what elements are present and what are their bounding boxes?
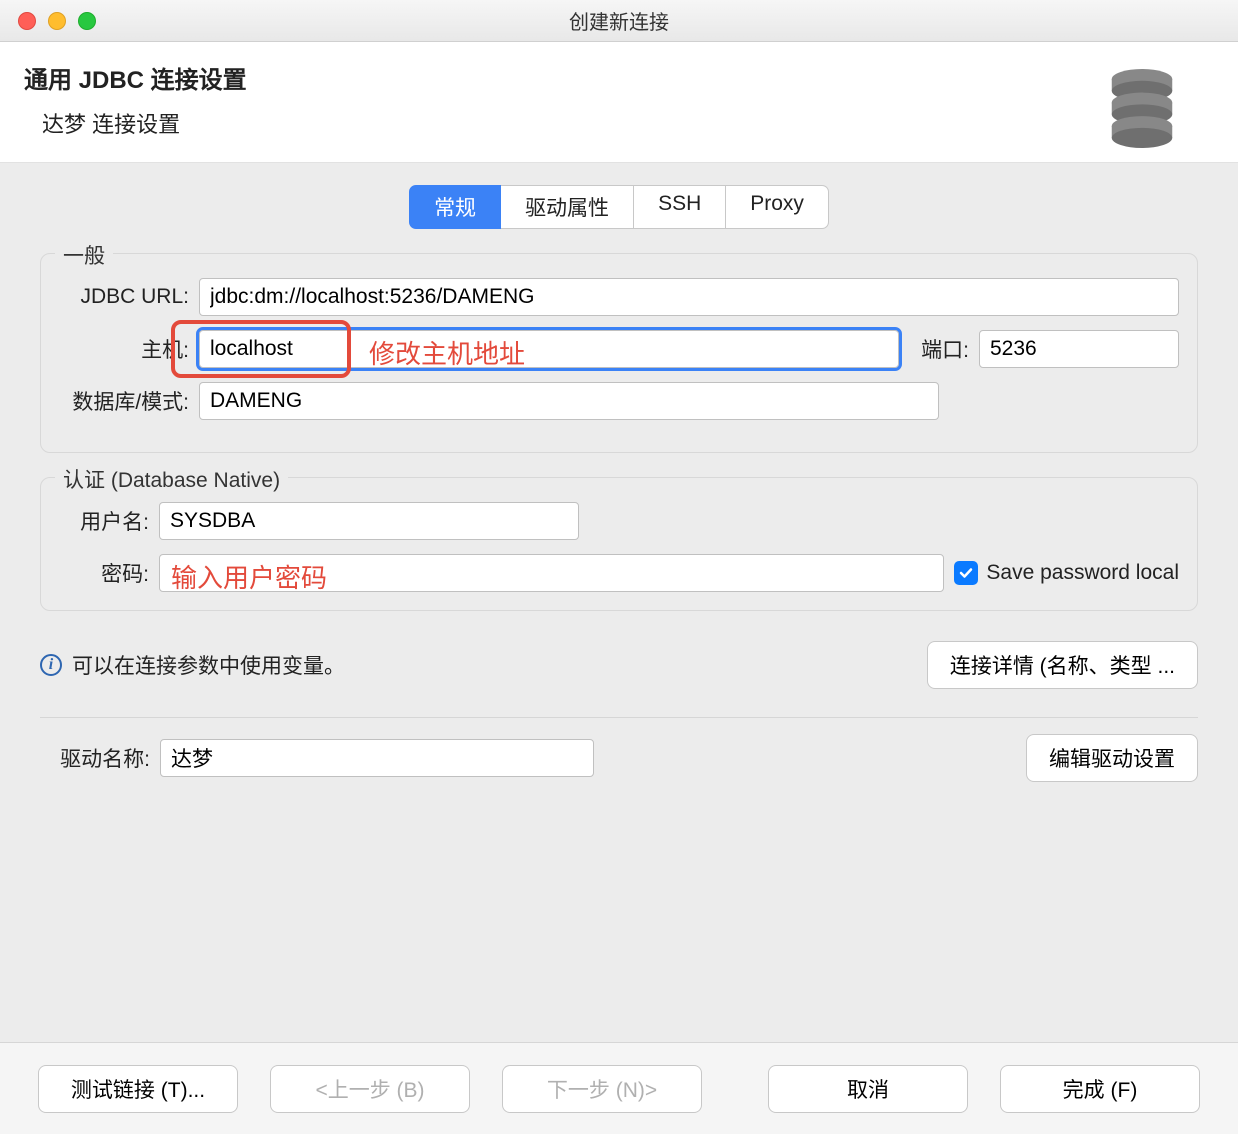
password-input[interactable] (159, 554, 944, 592)
cancel-button[interactable]: 取消 (768, 1065, 968, 1113)
divider (40, 717, 1198, 718)
checkmark-icon (958, 565, 974, 581)
port-label: 端口: (909, 334, 969, 364)
save-password-label: Save password local (986, 561, 1179, 585)
driver-name-input[interactable] (160, 739, 594, 777)
window-title: 创建新连接 (569, 6, 669, 35)
edit-driver-button[interactable]: 编辑驱动设置 (1026, 734, 1198, 782)
jdbc-url-label: JDBC URL: (59, 285, 189, 309)
finish-button[interactable]: 完成 (F) (1000, 1065, 1200, 1113)
password-label: 密码: (59, 558, 149, 588)
content-area: 常规 驱动属性 SSH Proxy 一般 JDBC URL: 主机: 修改主机地… (0, 163, 1238, 782)
tab-ssh[interactable]: SSH (634, 185, 726, 229)
page-subtitle: 达梦 连接设置 (24, 107, 247, 139)
test-connection-button[interactable]: 测试链接 (T)... (38, 1065, 238, 1113)
close-icon[interactable] (18, 12, 36, 30)
host-input[interactable] (199, 330, 899, 368)
info-text: 可以在连接参数中使用变量。 (72, 650, 345, 680)
info-icon: i (40, 654, 62, 676)
driver-row: 驱动名称: 编辑驱动设置 (40, 734, 1198, 782)
database-label: 数据库/模式: (59, 386, 189, 416)
username-input[interactable] (159, 502, 579, 540)
port-input[interactable] (979, 330, 1179, 368)
auth-group: 认证 (Database Native) 用户名: 密码: 输入用户密码 Sav… (40, 477, 1198, 611)
page-title: 通用 JDBC 连接设置 (24, 60, 247, 95)
auth-legend: 认证 (Database Native) (55, 464, 288, 494)
general-group: 一般 JDBC URL: 主机: 修改主机地址 端口: 数据库/模式: (40, 253, 1198, 453)
save-password-checkbox[interactable] (954, 561, 978, 585)
connection-details-button[interactable]: 连接详情 (名称、类型 ... (927, 641, 1198, 689)
tab-driver-props[interactable]: 驱动属性 (501, 185, 634, 229)
database-input[interactable] (199, 382, 939, 420)
back-button[interactable]: <上一步 (B) (270, 1065, 470, 1113)
next-button[interactable]: 下一步 (N)> (502, 1065, 702, 1113)
header-panel: 通用 JDBC 连接设置 达梦 连接设置 (0, 42, 1238, 163)
database-icon (1100, 64, 1184, 148)
driver-name-label: 驱动名称: (40, 743, 150, 773)
host-label: 主机: (59, 334, 189, 364)
tabs: 常规 驱动属性 SSH Proxy (0, 185, 1238, 229)
bottom-bar: 测试链接 (T)... <上一步 (B) 下一步 (N)> 取消 完成 (F) (0, 1042, 1238, 1134)
minimize-icon[interactable] (48, 12, 66, 30)
username-label: 用户名: (59, 506, 149, 536)
jdbc-url-input[interactable] (199, 278, 1179, 316)
maximize-icon[interactable] (78, 12, 96, 30)
window-controls (0, 12, 96, 30)
titlebar: 创建新连接 (0, 0, 1238, 42)
general-legend: 一般 (55, 240, 113, 270)
tab-general[interactable]: 常规 (409, 185, 501, 229)
info-row: i 可以在连接参数中使用变量。 连接详情 (名称、类型 ... (40, 641, 1198, 689)
tab-proxy[interactable]: Proxy (726, 185, 829, 229)
